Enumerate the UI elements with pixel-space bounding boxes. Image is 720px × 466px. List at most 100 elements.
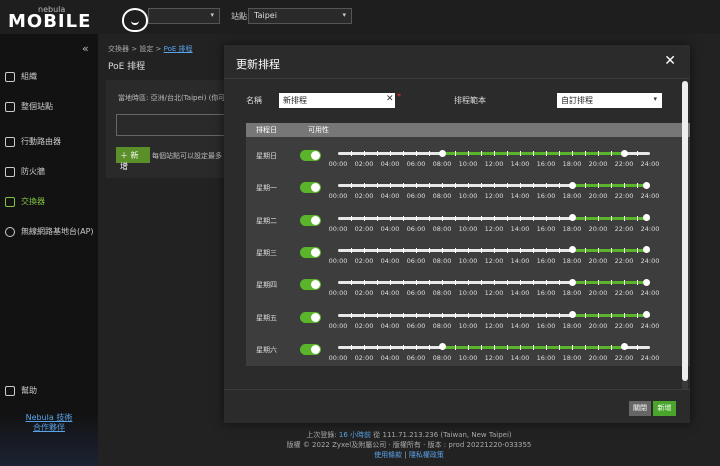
- hour-tick: [507, 280, 508, 286]
- hour-tick: [533, 215, 534, 221]
- terms-link[interactable]: 使用條款: [374, 451, 402, 459]
- hour-tick: [377, 247, 378, 253]
- time-axis-label: 24:00: [640, 160, 660, 168]
- availability-toggle[interactable]: [300, 343, 321, 355]
- availability-toggle[interactable]: [300, 182, 321, 194]
- time-axis-label: 00:00: [328, 160, 348, 168]
- range-end-handle[interactable]: [620, 343, 628, 351]
- time-axis-label: 18:00: [562, 289, 582, 298]
- time-axis-label: 04:00: [380, 160, 400, 168]
- time-range-slider[interactable]: [338, 311, 650, 318]
- hour-tick: [429, 215, 430, 221]
- time-axis-label: 06:00: [406, 256, 426, 265]
- site-select[interactable]: Taipei ▾: [248, 8, 352, 24]
- range-start-handle[interactable]: [568, 181, 576, 189]
- hour-tick: [533, 183, 534, 189]
- range-start-handle[interactable]: [438, 149, 446, 157]
- time-range-slider[interactable]: [338, 214, 650, 222]
- range-start-handle[interactable]: [568, 246, 576, 254]
- sidebar-item-switch[interactable]: 交換器: [5, 196, 45, 207]
- hour-tick: [351, 151, 352, 156]
- sidebar-item-mobile-router[interactable]: 行動路由器: [5, 136, 61, 147]
- hour-tick: [364, 344, 365, 350]
- availability-toggle[interactable]: [300, 214, 321, 226]
- hour-tick: [364, 183, 365, 189]
- time-axis-label: 04:00: [380, 353, 400, 362]
- dialog-scrollbar[interactable]: [682, 81, 688, 389]
- hour-tick: [611, 344, 612, 350]
- availability-toggle[interactable]: [300, 246, 321, 258]
- time-range-slider[interactable]: [338, 343, 650, 351]
- hour-tick: [507, 247, 508, 253]
- availability-toggle[interactable]: [300, 150, 321, 161]
- range-start-handle[interactable]: [568, 214, 576, 222]
- hour-tick: [481, 247, 482, 253]
- switch-icon: [5, 196, 15, 207]
- collapse-sidebar-icon[interactable]: «: [82, 42, 89, 55]
- hour-tick: [494, 215, 495, 221]
- hour-tick: [481, 344, 482, 350]
- schedule-name-input[interactable]: [279, 93, 395, 108]
- add-button[interactable]: 新增: [653, 401, 676, 416]
- close-icon[interactable]: ✕: [664, 53, 676, 69]
- privacy-link[interactable]: 隱私權政策: [409, 451, 444, 459]
- hour-tick: [416, 247, 417, 253]
- hour-tick: [598, 183, 599, 189]
- sidebar-item-ap[interactable]: 無線網路基地台(AP): [5, 226, 94, 237]
- schedule-day-label: 星期日: [256, 152, 277, 160]
- breadcrumb-path: 交換器 > 設定 >: [108, 45, 164, 53]
- org-select[interactable]: ▾: [148, 8, 220, 24]
- range-start-handle[interactable]: [568, 311, 576, 318]
- time-range-slider[interactable]: [338, 246, 650, 254]
- time-axis-label: 00:00: [328, 353, 348, 362]
- range-start-handle[interactable]: [568, 278, 576, 286]
- time-axis-label: 14:00: [510, 289, 530, 298]
- time-axis-label: 08:00: [432, 353, 452, 362]
- time-axis-labels: 00:00 02:00 04:00 06:00 08:00 10:00 12:00 14:00…: [328, 322, 660, 331]
- hour-tick: [559, 344, 560, 350]
- sidebar-item-org[interactable]: 組織: [5, 71, 37, 82]
- add-schedule-button[interactable]: ＋ 新增: [116, 147, 150, 171]
- range-end-handle[interactable]: [642, 214, 650, 222]
- hour-tick: [377, 151, 378, 156]
- time-axis-label: 16:00: [536, 192, 556, 201]
- sidebar-item-firewall[interactable]: 防火牆: [5, 166, 45, 177]
- hour-tick: [533, 344, 534, 350]
- hour-tick: [637, 280, 638, 286]
- router-icon: [5, 136, 15, 147]
- hour-tick: [507, 183, 508, 189]
- hour-tick: [390, 312, 391, 318]
- time-range-slider[interactable]: [338, 149, 650, 157]
- sidebar-item-help[interactable]: 幫助: [5, 385, 37, 396]
- clear-icon[interactable]: ✕: [386, 94, 394, 104]
- sidebar-item-site[interactable]: 整個站點: [5, 101, 53, 112]
- scrollbar-thumb[interactable]: [682, 81, 688, 381]
- range-end-handle[interactable]: [642, 278, 650, 286]
- availability-toggle[interactable]: [300, 279, 321, 291]
- time-range-slider[interactable]: [338, 181, 650, 189]
- last-login-label: 上次登錄:: [306, 431, 339, 439]
- brand-logo[interactable]: nebula MOBILE: [8, 4, 148, 32]
- range-end-handle[interactable]: [620, 149, 628, 157]
- breadcrumb: 交換器 > 設定 > PoE 排程: [108, 44, 193, 54]
- last-login-origin: 從 111.71.213.236 (Taiwan, New Taipei): [371, 431, 512, 439]
- partner-link-line2[interactable]: 合作夥伴: [0, 422, 98, 433]
- range-end-handle[interactable]: [642, 246, 650, 254]
- range-end-handle[interactable]: [642, 181, 650, 189]
- range-end-handle[interactable]: [642, 311, 650, 318]
- time-axis-label: 06:00: [406, 289, 426, 298]
- time-range-slider[interactable]: [338, 278, 650, 286]
- time-axis-label: 18:00: [562, 192, 582, 201]
- time-axis-label: 12:00: [484, 289, 504, 298]
- time-axis-label: 14:00: [510, 224, 530, 233]
- close-button[interactable]: 關閉: [629, 401, 651, 416]
- range-start-handle[interactable]: [438, 343, 446, 351]
- breadcrumb-link[interactable]: PoE 排程: [164, 45, 193, 53]
- schedule-template-select[interactable]: 自訂排程 ▾: [557, 93, 662, 108]
- hour-tick: [455, 247, 456, 253]
- time-axis-label: 08:00: [432, 289, 452, 298]
- availability-toggle[interactable]: [300, 311, 321, 323]
- hour-tick: [351, 344, 352, 350]
- last-login-time: 16 小時前: [338, 431, 372, 439]
- legal-links: 使用條款 | 隱私權政策: [98, 450, 720, 460]
